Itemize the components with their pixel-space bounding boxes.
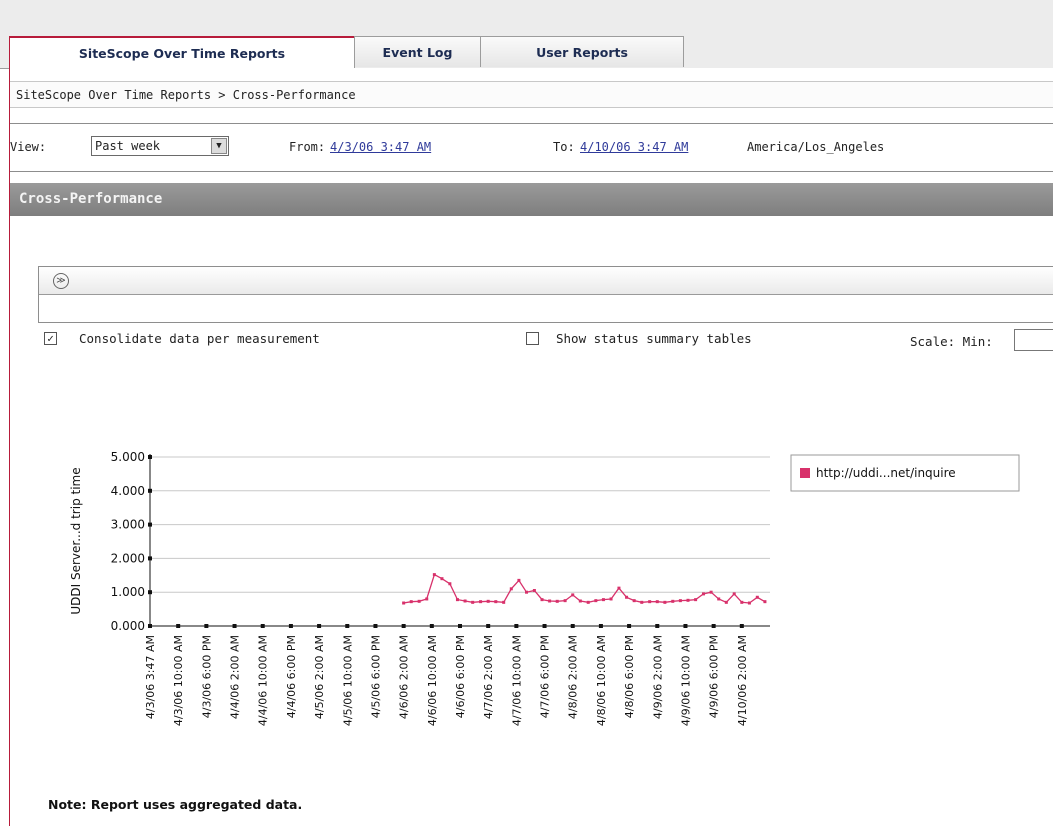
- note-text: Note: Report uses aggregated data.: [48, 797, 303, 812]
- from-label: From:: [289, 140, 326, 154]
- expand-chevron-icon[interactable]: ≫: [53, 273, 69, 289]
- timezone-label: America/Los_Angeles: [747, 140, 885, 154]
- breadcrumb: SiteScope Over Time Reports > Cross-Perf…: [10, 81, 1053, 108]
- consolidate-label: Consolidate data per measurement: [79, 331, 320, 346]
- collapsible-header[interactable]: ≫: [39, 267, 1053, 295]
- to-label: To:: [553, 140, 575, 154]
- view-label: View:: [10, 140, 47, 154]
- from-date-link[interactable]: 4/3/06 3:47 AM: [330, 140, 431, 154]
- collapsible-section: ≫: [38, 266, 1053, 323]
- tab-sitescope-over-time-reports[interactable]: SiteScope Over Time Reports: [9, 36, 355, 69]
- scale-min-label: Scale: Min:: [910, 334, 993, 349]
- consolidate-checkbox[interactable]: ✓: [44, 332, 57, 345]
- top-bar: [0, 0, 1053, 36]
- tab-event-log[interactable]: Event Log: [354, 36, 481, 67]
- dropdown-arrow-icon[interactable]: ▼: [211, 138, 227, 154]
- view-select[interactable]: Past week ▼: [91, 136, 229, 156]
- to-date-link[interactable]: 4/10/06 3:47 AM: [580, 140, 688, 154]
- tab-user-reports[interactable]: User Reports: [480, 36, 684, 67]
- report-frame: SiteScope Over Time Reports > Cross-Perf…: [9, 68, 1053, 826]
- view-bar: View: Past week ▼ From: 4/3/06 3:47 AM T…: [10, 123, 1053, 172]
- tab-strip: SiteScope Over Time Reports Event Log Us…: [0, 36, 1053, 69]
- status-summary-checkbox[interactable]: [526, 332, 539, 345]
- panel-title: Cross-Performance: [10, 183, 1053, 216]
- view-select-value: Past week: [95, 139, 161, 153]
- scale-min-input[interactable]: [1014, 329, 1053, 351]
- status-summary-label: Show status summary tables: [556, 331, 752, 346]
